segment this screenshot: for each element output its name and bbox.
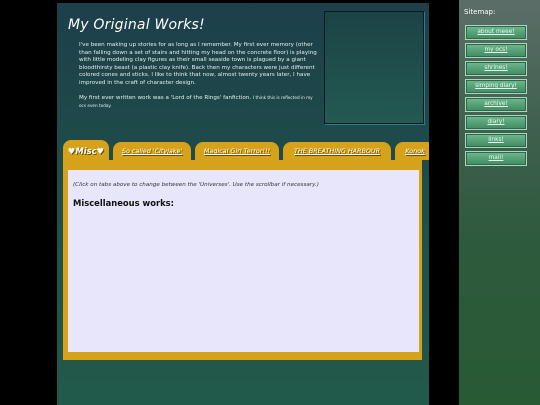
page-title: My Original Works!: [68, 17, 205, 33]
tab-hint: (Click on tabs above to change between t…: [73, 182, 319, 188]
nav-shrines[interactable]: shrines!: [465, 61, 527, 76]
tab-panel: (Click on tabs above to change between t…: [63, 160, 422, 360]
universe-tabs: ♥Misc♥ So called 'Cityjake' Magical Girl…: [63, 140, 429, 160]
tab-magical-girl-terror[interactable]: Magical Girl Terror!!!: [195, 142, 279, 160]
nav-mail[interactable]: mail!: [465, 151, 527, 166]
tab-panel-content[interactable]: (Click on tabs above to change between t…: [68, 170, 419, 352]
nav-my-ocs[interactable]: my ocs!: [465, 43, 527, 58]
nav-simping-diary[interactable]: simping diary!: [465, 79, 527, 94]
main-content: My Original Works! I've been making up s…: [57, 3, 429, 405]
tab-breathing-harbour[interactable]: THE BREATHING HARBOUR: [283, 142, 391, 160]
intro-text: I've been making up stories for as long …: [79, 42, 319, 117]
tab-misc[interactable]: ♥Misc♥: [63, 140, 109, 160]
intro-paragraph-2-text: My first ever written work was a 'Lord o…: [79, 94, 252, 101]
nav-about-me[interactable]: about meee!: [465, 25, 527, 40]
sidebar: Sitemap: about meee! my ocs! shrines! si…: [459, 0, 540, 405]
tab-cityjake[interactable]: So called 'Cityjake': [113, 142, 191, 160]
nav-archive[interactable]: archive!: [465, 97, 527, 112]
sitemap-label: Sitemap:: [464, 8, 496, 16]
nav-diary[interactable]: diary!: [465, 115, 527, 130]
intro-paragraph-2: My first ever written work was a 'Lord o…: [79, 94, 319, 111]
profile-picture-frame: [324, 11, 424, 124]
intro-paragraph: I've been making up stories for as long …: [79, 42, 317, 86]
nav-links[interactable]: links!: [465, 133, 527, 148]
tab-konok[interactable]: Konok: [395, 142, 429, 160]
section-heading: Miscellaneous works:: [73, 198, 175, 208]
